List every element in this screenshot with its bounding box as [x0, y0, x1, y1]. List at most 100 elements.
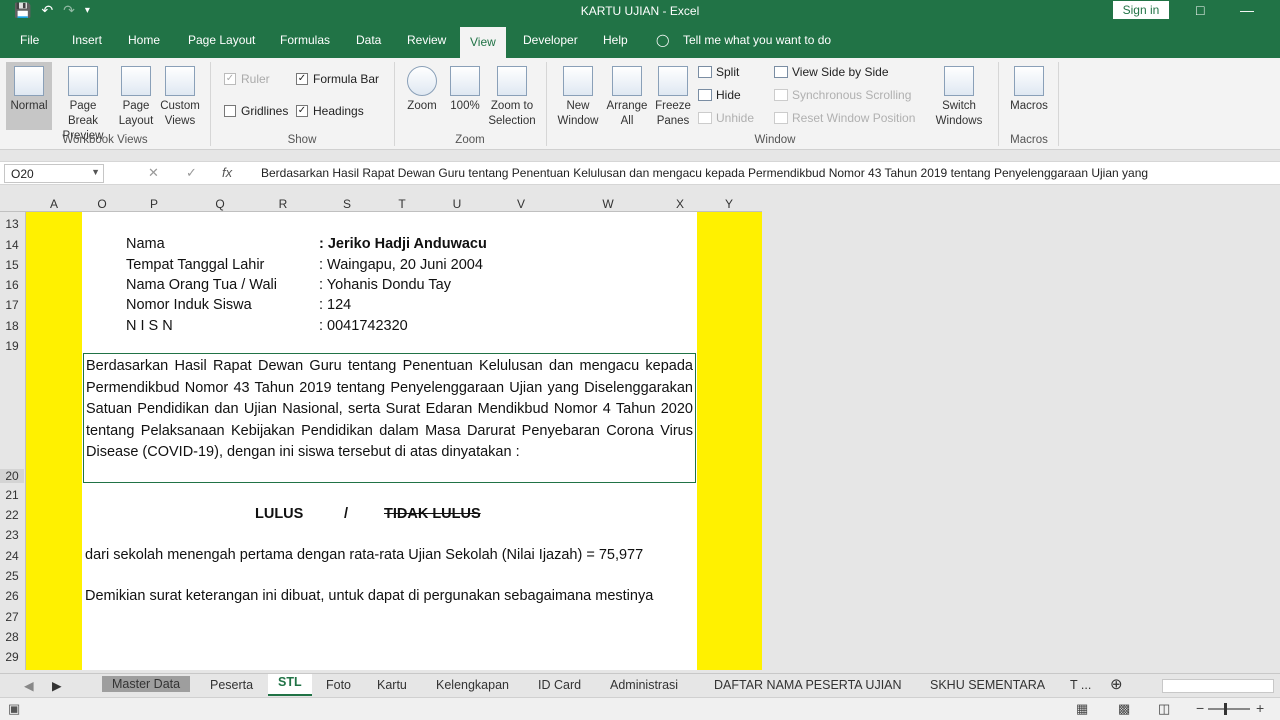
zoom-slider-thumb[interactable]: [1224, 703, 1227, 715]
row-header[interactable]: 29: [0, 650, 24, 664]
sheet-tab-daftar-nama[interactable]: DAFTAR NAMA PESERTA UJIAN: [714, 678, 902, 692]
ribbon-display-icon[interactable]: □: [1196, 2, 1204, 18]
switch-windows-icon: [944, 66, 974, 96]
hide-button[interactable]: Hide: [698, 88, 741, 102]
scroll-left-icon[interactable]: ◀: [24, 678, 34, 693]
worksheet-grid[interactable]: A O P Q R S T U V W X Y 13 14 15 16 17 1…: [0, 196, 762, 670]
arrange-all-button[interactable]: Arrange All: [604, 66, 650, 129]
zoom-100-button[interactable]: 100%: [448, 66, 482, 114]
tab-help[interactable]: Help: [603, 33, 628, 47]
row-header[interactable]: 23: [0, 528, 24, 542]
name-box[interactable]: O20 ▼: [4, 164, 104, 183]
sheet-tab-id-card[interactable]: ID Card: [538, 678, 581, 692]
page-break-preview-button[interactable]: Page Break Preview: [54, 66, 112, 144]
zoom-button[interactable]: Zoom: [402, 66, 442, 114]
page-layout-view-button[interactable]: Page Layout: [116, 66, 156, 129]
gridlines-checkbox[interactable]: Gridlines: [224, 104, 288, 118]
reset-window-position-button[interactable]: Reset Window Position: [774, 111, 915, 125]
yellow-margin-right: [697, 212, 762, 670]
tell-me-search[interactable]: Tell me what you want to do: [683, 33, 831, 47]
headings-checkbox[interactable]: ✓ Headings: [296, 104, 364, 118]
macro-record-icon[interactable]: ▣: [8, 701, 20, 717]
sheet-tab-kartu[interactable]: Kartu: [377, 678, 407, 692]
row-header[interactable]: 13: [0, 217, 24, 231]
column-header[interactable]: W: [599, 197, 617, 211]
tab-page-layout[interactable]: Page Layout: [188, 33, 255, 47]
row-header[interactable]: 20: [0, 469, 24, 483]
column-header[interactable]: X: [672, 197, 688, 211]
column-header[interactable]: U: [449, 197, 465, 211]
enter-icon[interactable]: ✓: [186, 165, 197, 181]
selected-cell-paragraph[interactable]: Berdasarkan Hasil Rapat Dewan Guru tenta…: [83, 353, 696, 483]
field-label-ttl: Tempat Tanggal Lahir: [126, 257, 265, 273]
row-header[interactable]: 21: [0, 488, 24, 502]
row-header[interactable]: 18: [0, 319, 24, 333]
normal-view-icon[interactable]: ▦: [1076, 701, 1088, 717]
synchronous-scrolling-button[interactable]: Synchronous Scrolling: [774, 88, 911, 102]
row-header[interactable]: 17: [0, 298, 24, 312]
row-header[interactable]: 24: [0, 549, 24, 563]
cancel-icon[interactable]: ✕: [148, 165, 159, 181]
sign-in-button[interactable]: Sign in: [1113, 1, 1169, 19]
zoom-slider[interactable]: [1208, 708, 1250, 710]
zoom-in-icon[interactable]: +: [1256, 700, 1264, 716]
insert-function-icon[interactable]: fx: [222, 165, 232, 180]
column-header[interactable]: T: [394, 197, 410, 211]
freeze-panes-button[interactable]: Freeze Panes: [652, 66, 694, 129]
tab-home[interactable]: Home: [128, 33, 160, 47]
row-header[interactable]: 26: [0, 589, 24, 603]
column-header[interactable]: O: [94, 197, 110, 211]
tab-formulas[interactable]: Formulas: [280, 33, 330, 47]
column-header[interactable]: R: [275, 197, 291, 211]
tab-review[interactable]: Review: [407, 33, 446, 47]
row-header[interactable]: 28: [0, 630, 24, 644]
row-header[interactable]: 25: [0, 569, 24, 583]
tab-insert[interactable]: Insert: [72, 33, 102, 47]
column-header[interactable]: Q: [212, 197, 228, 211]
zoom-out-icon[interactable]: −: [1196, 700, 1204, 716]
row-header[interactable]: 16: [0, 278, 24, 292]
row-header[interactable]: 19: [0, 339, 24, 353]
tab-developer[interactable]: Developer: [523, 33, 578, 47]
column-header[interactable]: V: [513, 197, 529, 211]
row-header[interactable]: 22: [0, 508, 24, 522]
add-sheet-icon[interactable]: ⊕: [1110, 675, 1123, 693]
minimize-icon[interactable]: —: [1240, 2, 1254, 18]
formula-bar-checkbox[interactable]: ✓ Formula Bar: [296, 72, 379, 86]
page-layout-icon[interactable]: ▩: [1118, 701, 1130, 717]
row-header[interactable]: 14: [0, 238, 24, 252]
sheet-tab-kelengkapan[interactable]: Kelengkapan: [436, 678, 509, 692]
column-header[interactable]: A: [42, 197, 66, 211]
sheet-tab-administrasi[interactable]: Administrasi: [610, 678, 678, 692]
horizontal-scrollbar[interactable]: [1162, 679, 1274, 693]
row-header[interactable]: 27: [0, 610, 24, 624]
view-side-by-side-button[interactable]: View Side by Side: [774, 65, 889, 79]
scroll-right-icon[interactable]: ▶: [52, 678, 62, 693]
zoom-to-selection-button[interactable]: Zoom to Selection: [486, 66, 538, 129]
unhide-button[interactable]: Unhide: [698, 111, 754, 125]
split-button[interactable]: Split: [698, 65, 739, 79]
tab-view[interactable]: View: [460, 27, 506, 58]
sheet-tab-skhu[interactable]: SKHU SEMENTARA: [930, 678, 1045, 692]
sheet-tab-more[interactable]: T ...: [1070, 678, 1091, 692]
custom-views-button[interactable]: Custom Views: [158, 66, 202, 129]
column-header[interactable]: S: [339, 197, 355, 211]
formula-input[interactable]: Berdasarkan Hasil Rapat Dewan Guru tenta…: [261, 166, 1276, 180]
page-break-icon[interactable]: ◫: [1158, 701, 1170, 717]
chevron-down-icon[interactable]: ▼: [91, 167, 100, 177]
column-header[interactable]: Y: [721, 197, 737, 211]
sheet-tab-stl[interactable]: STL: [268, 674, 312, 696]
field-value-wali: : Yohanis Dondu Tay: [319, 277, 451, 293]
ruler-checkbox[interactable]: ✓ Ruler: [224, 72, 270, 86]
normal-view-button[interactable]: Normal: [6, 62, 52, 130]
macros-button[interactable]: Macros: [1006, 66, 1052, 114]
column-header[interactable]: P: [146, 197, 162, 211]
sheet-tab-peserta[interactable]: Peserta: [210, 678, 253, 692]
tab-file[interactable]: File: [20, 33, 39, 47]
new-window-button[interactable]: New Window: [554, 66, 602, 129]
sheet-tab-master-data[interactable]: Master Data: [102, 676, 191, 692]
tab-data[interactable]: Data: [356, 33, 381, 47]
sheet-tab-foto[interactable]: Foto: [326, 678, 351, 692]
switch-windows-button[interactable]: Switch Windows: [928, 66, 990, 129]
row-header[interactable]: 15: [0, 258, 24, 272]
